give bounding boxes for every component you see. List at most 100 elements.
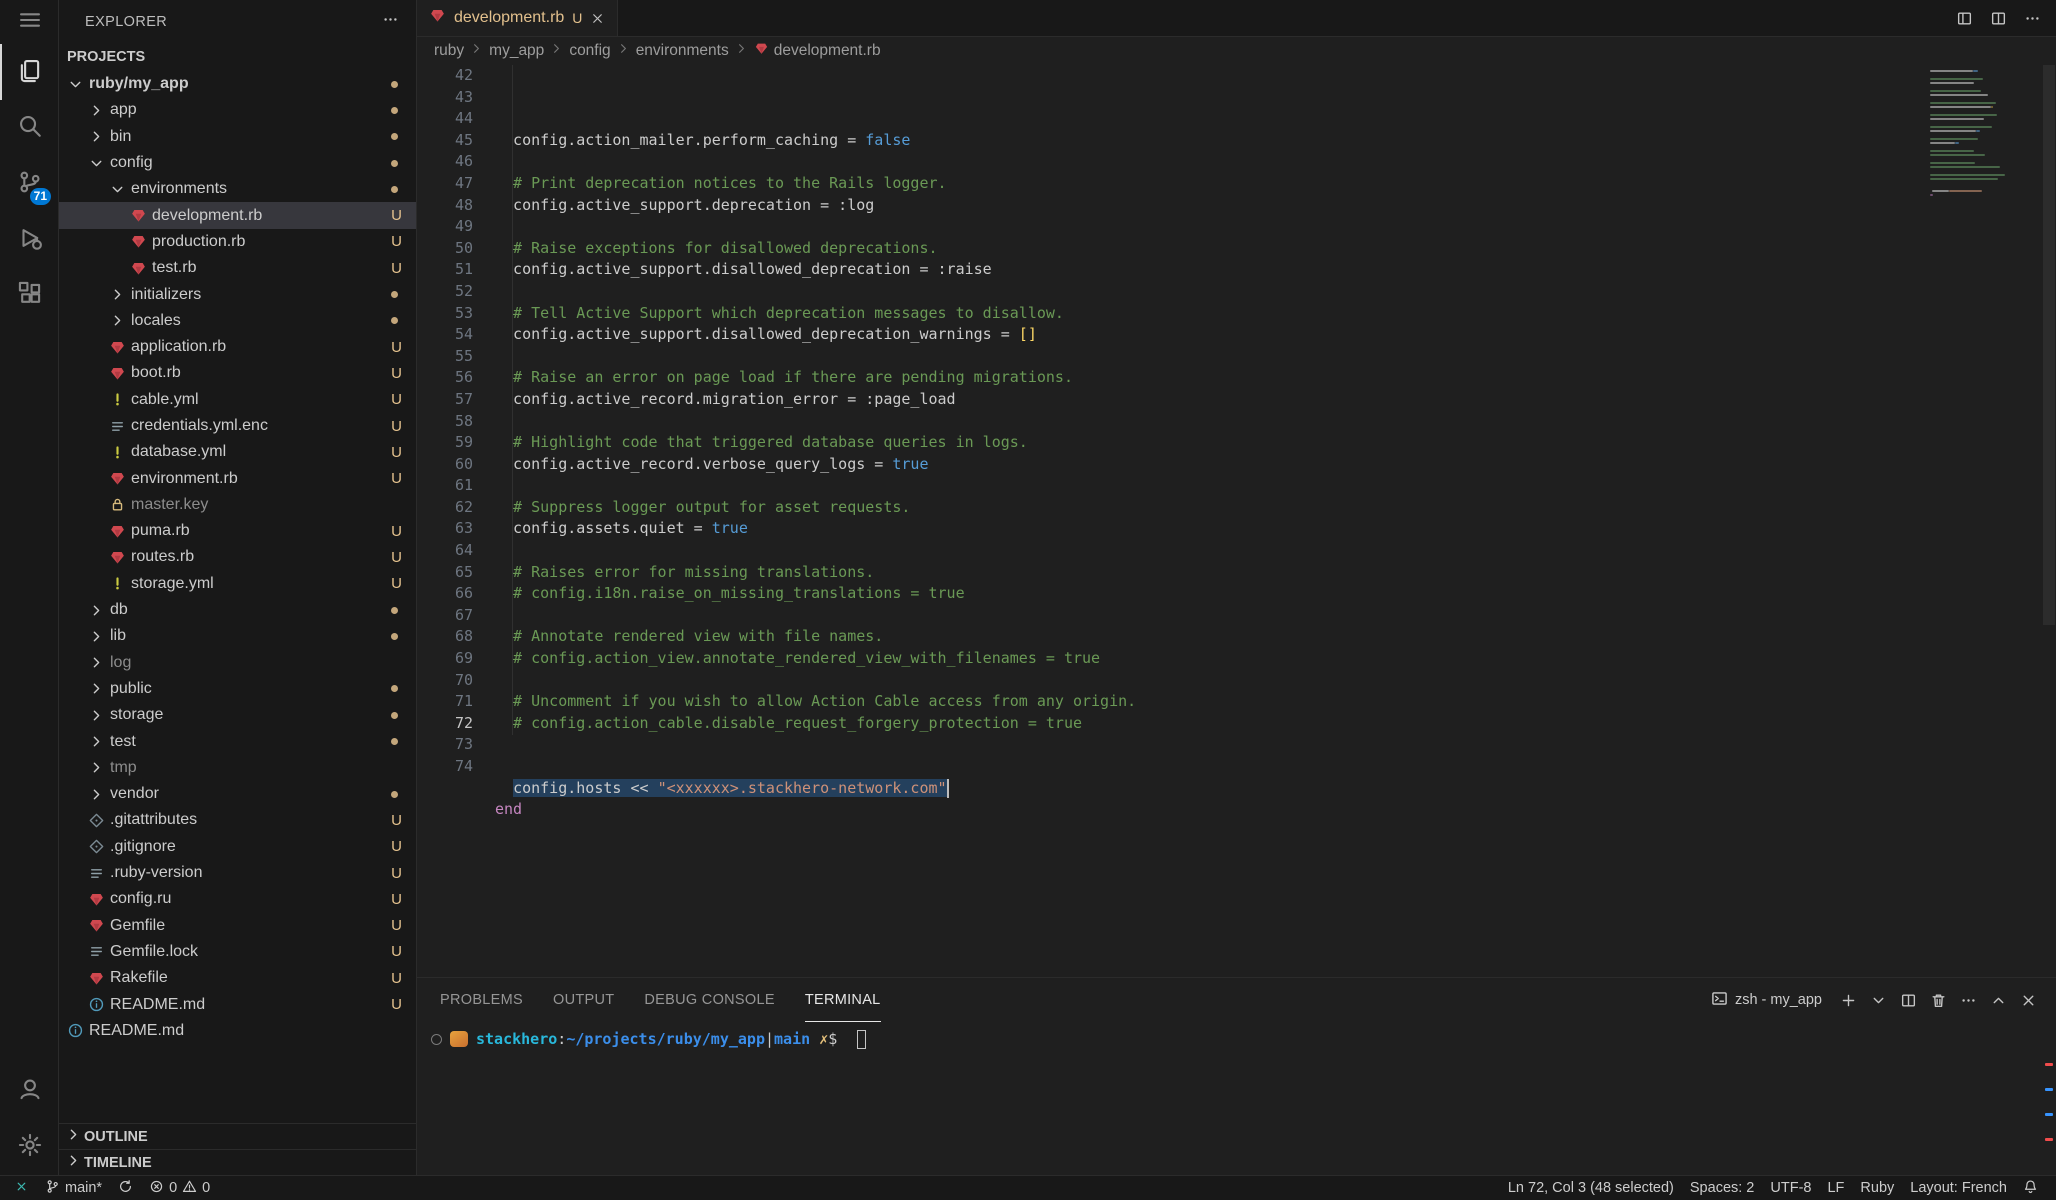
status-cursor-position[interactable]: Ln 72, Col 3 (48 selected) bbox=[1500, 1176, 1682, 1200]
code-line-53[interactable]: # Raise an error on page load if there a… bbox=[495, 367, 2056, 389]
section-projects-header[interactable]: PROJECTS bbox=[59, 43, 416, 71]
code-line-52[interactable] bbox=[495, 346, 2056, 368]
tree-item-initializers[interactable]: initializers bbox=[59, 281, 416, 307]
activitybar-settings[interactable] bbox=[0, 1119, 58, 1175]
code-line-55[interactable] bbox=[495, 411, 2056, 433]
status-eol[interactable]: LF bbox=[1819, 1176, 1852, 1200]
terminal[interactable]: stackhero:~/projects/ruby/my_app|main ✗$ bbox=[417, 1022, 2056, 1050]
tree-item-readme.md[interactable]: README.mdU bbox=[59, 991, 416, 1017]
tree-item-master.key[interactable]: master.key bbox=[59, 492, 416, 518]
panel-tab-problems[interactable]: PROBLEMS bbox=[440, 978, 523, 1022]
code-editor[interactable]: 4243444546474849505152535455565758596061… bbox=[417, 65, 2056, 977]
activitybar-menu[interactable] bbox=[0, 0, 58, 44]
tree-item-rakefile[interactable]: RakefileU bbox=[59, 965, 416, 991]
code-content[interactable]: config.action_mailer.perform_caching = f… bbox=[495, 65, 2056, 977]
tab-development-rb[interactable]: development.rb U bbox=[417, 0, 618, 36]
tree-item-config[interactable]: config bbox=[59, 150, 416, 176]
code-line-56[interactable]: # Highlight code that triggered database… bbox=[495, 432, 2056, 454]
tree-item-lib[interactable]: lib bbox=[59, 623, 416, 649]
tree-item-tmp[interactable]: tmp bbox=[59, 755, 416, 781]
code-line-74[interactable] bbox=[495, 821, 2056, 843]
code-line-73[interactable]: end bbox=[495, 799, 2056, 821]
code-line-44[interactable]: # Print deprecation notices to the Rails… bbox=[495, 173, 2056, 195]
status-language[interactable]: Ruby bbox=[1852, 1176, 1902, 1200]
status-keyboard-layout[interactable]: Layout: French bbox=[1902, 1176, 2015, 1200]
code-line-51[interactable]: config.active_support.disallowed_depreca… bbox=[495, 324, 2056, 346]
code-line-47[interactable]: # Raise exceptions for disallowed deprec… bbox=[495, 238, 2056, 260]
code-line-50[interactable]: # Tell Active Support which deprecation … bbox=[495, 303, 2056, 325]
activitybar-explorer[interactable] bbox=[0, 44, 58, 100]
tree-item-database.yml[interactable]: database.ymlU bbox=[59, 439, 416, 465]
more-actions-icon[interactable] bbox=[1954, 986, 1982, 1014]
code-line-57[interactable]: config.active_record.verbose_query_logs … bbox=[495, 454, 2056, 476]
tree-item-storage.yml[interactable]: storage.ymlU bbox=[59, 571, 416, 597]
tree-item-app[interactable]: app bbox=[59, 97, 416, 123]
code-line-62[interactable]: # Raises error for missing translations. bbox=[495, 562, 2056, 584]
activitybar-account[interactable] bbox=[0, 1063, 58, 1119]
tree-item-config.ru[interactable]: config.ruU bbox=[59, 886, 416, 912]
code-line-58[interactable] bbox=[495, 475, 2056, 497]
maximize-panel-icon[interactable] bbox=[1984, 986, 2012, 1014]
tree-item-ruby-my-app[interactable]: ruby/my_app bbox=[59, 71, 416, 97]
code-line-68[interactable]: # Uncomment if you wish to allow Action … bbox=[495, 691, 2056, 713]
customize-layout-icon[interactable] bbox=[1950, 4, 1978, 32]
tree-item-puma.rb[interactable]: puma.rbU bbox=[59, 518, 416, 544]
tree-item-.gitignore[interactable]: .gitignoreU bbox=[59, 834, 416, 860]
tree-item-routes.rb[interactable]: routes.rbU bbox=[59, 544, 416, 570]
breadcrumb-item[interactable]: ruby bbox=[434, 42, 464, 60]
section-outline-header[interactable]: OUTLINE bbox=[59, 1123, 416, 1149]
activitybar-source-control[interactable]: 71 bbox=[0, 156, 58, 212]
tree-item-.gitattributes[interactable]: .gitattributesU bbox=[59, 807, 416, 833]
tree-item-readme.md[interactable]: README.md bbox=[59, 1018, 416, 1044]
tree-item-cable.yml[interactable]: cable.ymlU bbox=[59, 387, 416, 413]
status-sync[interactable] bbox=[110, 1176, 141, 1200]
tree-item-locales[interactable]: locales bbox=[59, 308, 416, 334]
tree-item-credentials.yml.enc[interactable]: credentials.yml.encU bbox=[59, 413, 416, 439]
status-encoding[interactable]: UTF-8 bbox=[1762, 1176, 1819, 1200]
minimap[interactable] bbox=[1930, 69, 2042, 229]
code-line-42[interactable]: config.action_mailer.perform_caching = f… bbox=[495, 130, 2056, 152]
tree-item-public[interactable]: public bbox=[59, 676, 416, 702]
panel-tab-terminal[interactable]: TERMINAL bbox=[805, 978, 881, 1022]
tree-item-application.rb[interactable]: application.rbU bbox=[59, 334, 416, 360]
more-actions-icon[interactable] bbox=[2018, 4, 2046, 32]
scrollbar-slider[interactable] bbox=[2043, 65, 2055, 625]
tree-item-vendor[interactable]: vendor bbox=[59, 781, 416, 807]
split-terminal-icon[interactable] bbox=[1894, 986, 1922, 1014]
tree-item-.ruby-version[interactable]: .ruby-versionU bbox=[59, 860, 416, 886]
code-line-46[interactable] bbox=[495, 216, 2056, 238]
launch-profile-icon[interactable] bbox=[1864, 986, 1892, 1014]
code-line-54[interactable]: config.active_record.migration_error = :… bbox=[495, 389, 2056, 411]
tree-item-test.rb[interactable]: test.rbU bbox=[59, 255, 416, 281]
code-line-69[interactable]: # config.action_cable.disable_request_fo… bbox=[495, 713, 2056, 735]
tree-item-environments[interactable]: environments bbox=[59, 176, 416, 202]
panel-tab-output[interactable]: OUTPUT bbox=[553, 978, 614, 1022]
tree-item-boot.rb[interactable]: boot.rbU bbox=[59, 360, 416, 386]
code-line-60[interactable]: config.assets.quiet = true bbox=[495, 518, 2056, 540]
breadcrumb-item[interactable]: environments bbox=[636, 42, 729, 60]
code-line-70[interactable] bbox=[495, 734, 2056, 756]
kill-terminal-icon[interactable] bbox=[1924, 986, 1952, 1014]
tree-item-db[interactable]: db bbox=[59, 597, 416, 623]
status-remote[interactable] bbox=[10, 1176, 37, 1200]
panel-tab-debug-console[interactable]: DEBUG CONSOLE bbox=[644, 978, 774, 1022]
code-line-45[interactable]: config.active_support.deprecation = :log bbox=[495, 195, 2056, 217]
status-branch[interactable]: main* bbox=[37, 1176, 110, 1200]
breadcrumb-item[interactable]: my_app bbox=[489, 42, 544, 60]
code-line-66[interactable]: # config.action_view.annotate_rendered_v… bbox=[495, 648, 2056, 670]
code-line-64[interactable] bbox=[495, 605, 2056, 627]
split-editor-icon[interactable] bbox=[1984, 4, 2012, 32]
code-line-65[interactable]: # Annotate rendered view with file names… bbox=[495, 626, 2056, 648]
tree-item-storage[interactable]: storage bbox=[59, 702, 416, 728]
status-problems[interactable]: 00 bbox=[141, 1176, 218, 1200]
tree-item-gemfile[interactable]: GemfileU bbox=[59, 913, 416, 939]
code-line-71[interactable] bbox=[495, 756, 2056, 778]
tree-item-test[interactable]: test bbox=[59, 728, 416, 754]
code-line-59[interactable]: # Suppress logger output for asset reque… bbox=[495, 497, 2056, 519]
explorer-more-actions-icon[interactable] bbox=[376, 8, 404, 36]
code-line-72[interactable]: config.hosts << "<xxxxxx>.stackhero-netw… bbox=[495, 778, 2056, 800]
status-notifications[interactable] bbox=[2015, 1176, 2046, 1200]
tree-item-environment.rb[interactable]: environment.rbU bbox=[59, 465, 416, 491]
close-icon[interactable] bbox=[590, 11, 605, 26]
breadcrumb-item[interactable]: config bbox=[569, 42, 610, 60]
